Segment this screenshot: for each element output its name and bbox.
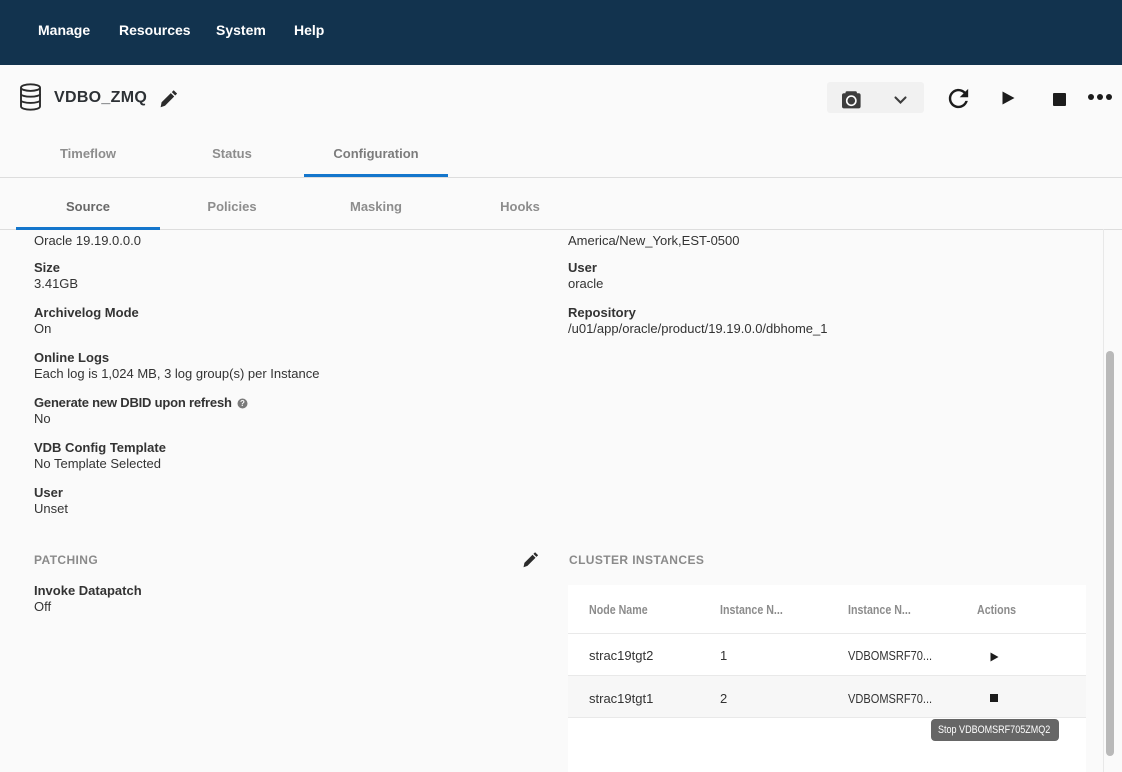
svg-text:?: ? bbox=[240, 399, 245, 408]
